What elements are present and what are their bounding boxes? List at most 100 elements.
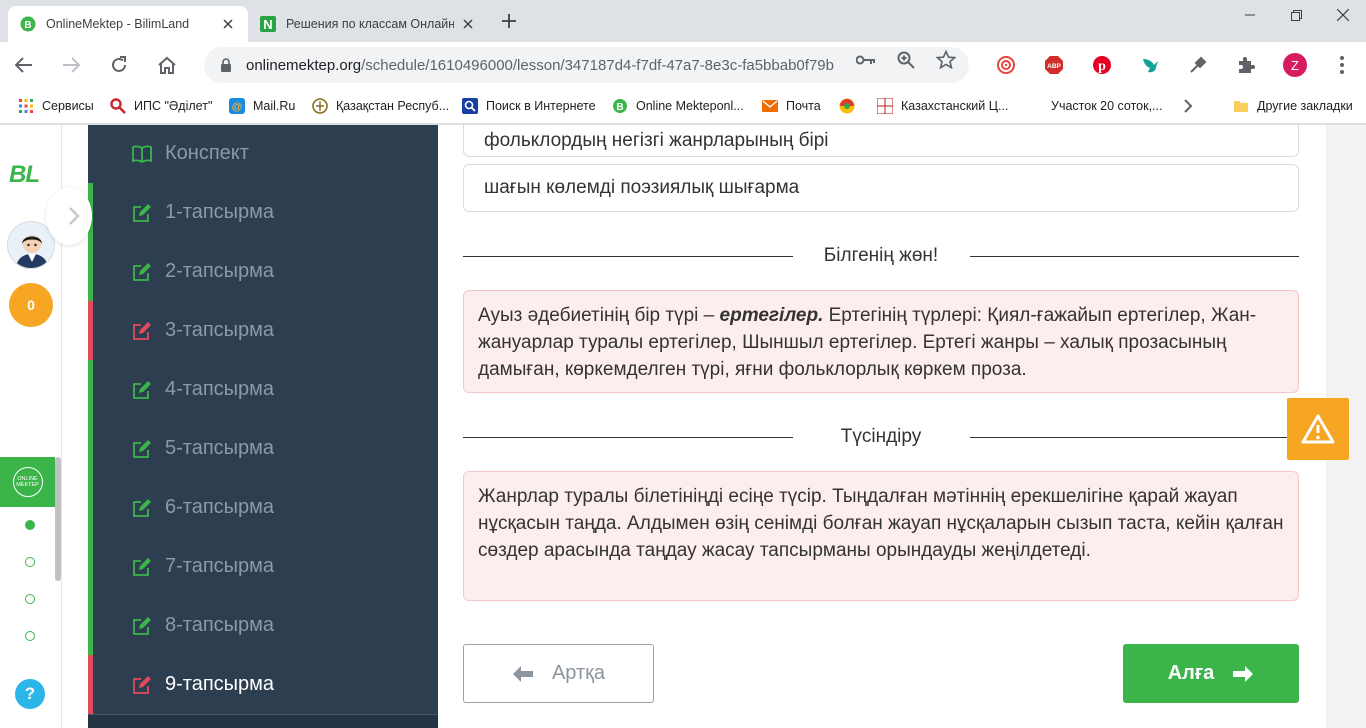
tab-onlinemektep[interactable]: B OnlineMektep - BilimLand bbox=[8, 6, 248, 42]
restore-icon[interactable] bbox=[1273, 0, 1319, 30]
task-main: фольклордың негізгі жанрларының бірі шағ… bbox=[438, 125, 1326, 728]
bird-extension-icon[interactable] bbox=[1139, 54, 1161, 76]
sidebar-item-label: 3-тапсырма bbox=[165, 319, 275, 341]
bookmark-mail[interactable]: Почта bbox=[762, 88, 821, 124]
pinterest-extension-icon[interactable]: p bbox=[1091, 54, 1113, 76]
minimize-icon[interactable] bbox=[1227, 0, 1273, 30]
know-text-bold: ертегілер. bbox=[719, 305, 824, 326]
sidebar-item-task-9[interactable]: 9-тапсырма bbox=[88, 655, 438, 714]
forward-arrow-icon[interactable] bbox=[55, 49, 87, 81]
sidebar-item-konspekt[interactable]: Конспект bbox=[88, 125, 438, 183]
bookmark-other[interactable]: Другие закладки bbox=[1233, 88, 1353, 124]
bookmark-label: Online Mekteponl... bbox=[636, 99, 744, 113]
bookmark-adilet[interactable]: ИПС "Әділет" bbox=[110, 88, 212, 124]
svg-text:B: B bbox=[616, 102, 623, 113]
search-box-icon bbox=[462, 98, 478, 114]
edit-icon bbox=[132, 203, 152, 223]
bookmark-star-icon[interactable] bbox=[936, 50, 956, 70]
back-arrow-icon[interactable] bbox=[8, 49, 40, 81]
tab-close-icon[interactable] bbox=[460, 16, 476, 32]
progress-dot[interactable] bbox=[25, 520, 35, 530]
edit-icon bbox=[132, 321, 152, 341]
sidebar-item-task-5[interactable]: 5-тапсырма bbox=[88, 419, 438, 478]
bookmark-services[interactable]: Сервисы bbox=[18, 88, 94, 124]
bookmarks-bar: Сервисы ИПС "Әділет" @ Mail.Ru Қазақстан… bbox=[0, 88, 1366, 124]
browser-toolbar: onlinemektep.org/schedule/1610496000/les… bbox=[0, 42, 1366, 88]
sidebar-item-label: 4-тапсырма bbox=[165, 378, 275, 400]
sidebar-item-task-3[interactable]: 3-тапсырма bbox=[88, 301, 438, 360]
progress-dot[interactable] bbox=[25, 594, 35, 604]
sidebar-item-task-6[interactable]: 6-тапсырма bbox=[88, 478, 438, 537]
bookmark-label: Почта bbox=[786, 99, 821, 113]
magnifier-red-icon bbox=[110, 98, 126, 114]
profile-avatar[interactable]: Z bbox=[1283, 53, 1307, 77]
sidebar-item-task-4[interactable]: 4-тапсырма bbox=[88, 360, 438, 419]
lesson-sidebar: Конспект 1-тапсырма 2-тапсырма 3-тапсырм… bbox=[88, 125, 438, 728]
answer-option-text: шағын көлемді поэзиялық шығарма bbox=[484, 177, 800, 198]
know-box: Ауыз әдебиетінің бір түрі – ертегілер. Е… bbox=[463, 290, 1299, 393]
bookmark-kz-republic[interactable]: Қазақстан Респуб... bbox=[312, 88, 449, 124]
edit-icon bbox=[132, 616, 152, 636]
help-button[interactable]: ? bbox=[15, 679, 45, 709]
back-label: Артқа bbox=[551, 662, 606, 684]
bookmark-land-plot[interactable]: Участок 20 соток,... bbox=[1051, 88, 1162, 124]
tab-title: OnlineMektep - BilimLand bbox=[46, 17, 190, 31]
zoom-icon[interactable] bbox=[896, 50, 916, 70]
onlinemektep-logo-block[interactable]: ONLINE MEKTEP bbox=[0, 457, 55, 507]
bookmark-search[interactable]: Поиск в Интернете bbox=[462, 88, 596, 124]
profile-initial: Z bbox=[1291, 57, 1299, 73]
bookmark-label: Mail.Ru bbox=[253, 99, 296, 113]
bl-logo[interactable]: BL bbox=[9, 161, 40, 189]
url-text: onlinemektep.org/schedule/1610496000/les… bbox=[246, 57, 834, 74]
explain-divider: Түсіндіру bbox=[463, 425, 1299, 449]
bookmark-label: Сервисы bbox=[42, 99, 94, 113]
target-extension-icon[interactable] bbox=[995, 54, 1017, 76]
know-text: Ауыз әдебиетінің бір түрі – bbox=[478, 305, 720, 326]
know-divider: Білгенің жөн! bbox=[463, 244, 1299, 268]
sidebar-item-label: 7-тапсырма bbox=[165, 555, 275, 577]
status-bar-red bbox=[88, 301, 93, 360]
edit-icon bbox=[132, 439, 152, 459]
sidebar-item-task-1[interactable]: 1-тапсырма bbox=[88, 183, 438, 242]
tab-title: Решения по классам Онлайн bbox=[286, 17, 454, 31]
folder-icon bbox=[1233, 98, 1249, 114]
new-tab-icon[interactable] bbox=[496, 8, 522, 34]
sidebar-item-task-2[interactable]: 2-тапсырма bbox=[88, 242, 438, 301]
report-problem-button[interactable] bbox=[1287, 398, 1349, 460]
next-button[interactable]: Алға bbox=[1123, 644, 1299, 703]
sidebar-item-task-8[interactable]: 8-тапсырма bbox=[88, 596, 438, 655]
close-window-icon[interactable] bbox=[1320, 0, 1366, 30]
adblock-extension-icon[interactable]: ABP bbox=[1043, 54, 1065, 76]
tab-close-icon[interactable] bbox=[220, 16, 236, 32]
back-button[interactable]: Артқа bbox=[463, 644, 654, 703]
warning-triangle-icon bbox=[1301, 414, 1335, 444]
bookmark-kz-center[interactable]: Казахстанский Ц... bbox=[877, 88, 1008, 124]
answer-option[interactable]: шағын көлемді поэзиялық шығарма bbox=[463, 164, 1299, 212]
reload-icon[interactable] bbox=[103, 49, 135, 81]
sidebar-item-task-7[interactable]: 7-тапсырма bbox=[88, 537, 438, 596]
rail-scrollbar[interactable] bbox=[55, 457, 61, 581]
sidebar-item-label: 1-тапсырма bbox=[165, 201, 275, 223]
tab-reshenia[interactable]: N Решения по классам Онлайн bbox=[248, 6, 488, 42]
edit-icon bbox=[132, 262, 152, 282]
bookmarks-overflow-chevron-icon[interactable] bbox=[1183, 88, 1193, 124]
progress-dot[interactable] bbox=[25, 557, 35, 567]
bookmark-onlinemektep[interactable]: B Online Mekteponl... bbox=[612, 88, 744, 124]
menu-kebab-icon[interactable] bbox=[1331, 54, 1353, 76]
edit-icon bbox=[132, 380, 152, 400]
extensions-puzzle-icon[interactable] bbox=[1235, 54, 1257, 76]
arrow-left-icon bbox=[512, 665, 534, 683]
bookmark-label: ИПС "Әділет" bbox=[134, 99, 213, 113]
status-bar-red bbox=[88, 655, 93, 714]
expand-sidebar-button[interactable] bbox=[46, 187, 92, 245]
bookmark-label: Қазақстан Респуб... bbox=[336, 99, 450, 113]
address-bar[interactable]: onlinemektep.org/schedule/1610496000/les… bbox=[204, 47, 969, 83]
bookmark-colorful[interactable] bbox=[839, 88, 863, 124]
answer-option[interactable]: фольклордың негізгі жанрларының бірі bbox=[463, 125, 1299, 157]
bookmark-mailru[interactable]: @ Mail.Ru bbox=[229, 88, 295, 124]
key-icon[interactable] bbox=[856, 50, 876, 70]
home-icon[interactable] bbox=[151, 49, 183, 81]
progress-dot[interactable] bbox=[25, 631, 35, 641]
url-host: onlinemektep.org bbox=[246, 56, 362, 74]
eyedropper-extension-icon[interactable] bbox=[1187, 54, 1209, 76]
